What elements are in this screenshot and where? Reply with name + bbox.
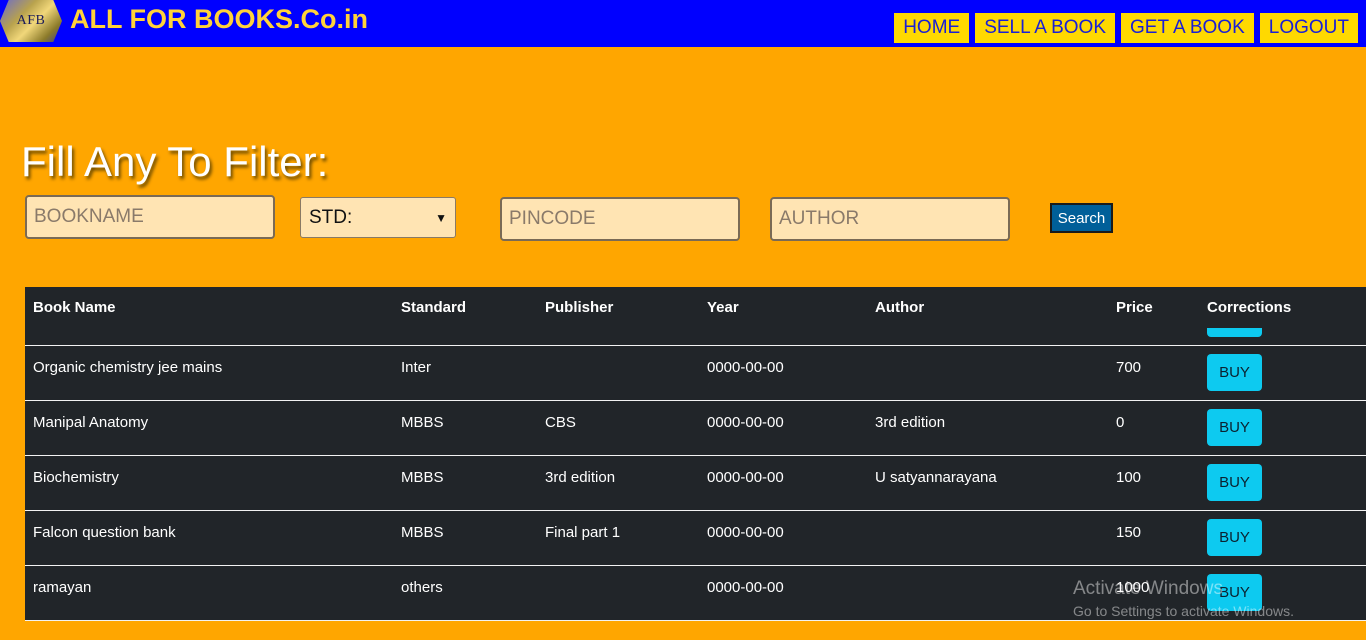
- col-header-publisher: Publisher: [545, 299, 614, 316]
- cell-standard: Inter: [401, 359, 432, 376]
- table-row: Manipal Anatomy MBBS CBS 0000-00-00 3rd …: [25, 401, 1366, 456]
- books-table: Book Name Standard Publisher Year Author…: [25, 287, 1366, 621]
- buy-button[interactable]: BUY: [1207, 519, 1262, 556]
- cell-year: 0000-00-00: [707, 524, 784, 541]
- cell-publisher: 3rd edition: [545, 469, 616, 486]
- buy-button-partial[interactable]: [1207, 328, 1262, 337]
- cell-book-name: Falcon question bank: [33, 524, 176, 541]
- cell-standard: others: [401, 579, 443, 596]
- cell-price: 0: [1116, 414, 1125, 431]
- cell-publisher: Final part 1: [545, 524, 621, 541]
- afb-logo[interactable]: AFB: [0, 0, 62, 42]
- cell-standard: MBBS: [401, 524, 444, 541]
- cell-book-name: Biochemistry: [33, 469, 119, 486]
- col-header-year: Year: [707, 299, 739, 316]
- cell-publisher: CBS: [545, 414, 576, 431]
- std-select-value: STD:: [309, 206, 353, 228]
- cell-author: 3rd edition: [875, 414, 946, 431]
- nav-bar: HOME SELL A BOOK GET A BOOK LOGOUT: [894, 13, 1358, 43]
- table-header-row: Book Name Standard Publisher Year Author…: [25, 287, 1366, 346]
- buy-button[interactable]: BUY: [1207, 464, 1262, 501]
- table-row: Organic chemistry jee mains Inter 0000-0…: [25, 346, 1366, 401]
- activate-windows-watermark: Activate Windows Go to Settings to activ…: [1073, 578, 1294, 619]
- author-input[interactable]: AUTHOR: [770, 197, 1010, 241]
- col-header-corrections: Corrections: [1207, 299, 1292, 316]
- cell-price: 150: [1116, 524, 1142, 541]
- cell-book-name: ramayan: [33, 579, 92, 596]
- cell-standard: MBBS: [401, 469, 444, 486]
- table-row: Biochemistry MBBS 3rd edition 0000-00-00…: [25, 456, 1366, 511]
- author-placeholder: AUTHOR: [779, 208, 860, 229]
- pincode-input[interactable]: PINCODE: [500, 197, 740, 241]
- cell-price: 700: [1116, 359, 1142, 376]
- cell-book-name: Manipal Anatomy: [33, 414, 149, 431]
- cell-standard: MBBS: [401, 414, 444, 431]
- buy-button[interactable]: BUY: [1207, 409, 1262, 446]
- cell-year: 0000-00-00: [707, 414, 784, 431]
- buy-button[interactable]: BUY: [1207, 354, 1262, 391]
- nav-logout-button[interactable]: LOGOUT: [1259, 13, 1358, 43]
- col-header-price: Price: [1116, 299, 1153, 316]
- cell-price: 100: [1116, 469, 1142, 486]
- table-row: Falcon question bank MBBS Final part 1 0…: [25, 511, 1366, 566]
- nav-sell-book-button[interactable]: SELL A BOOK: [975, 13, 1115, 43]
- col-header-author: Author: [875, 299, 925, 316]
- bookname-input[interactable]: BOOKNAME: [25, 195, 275, 239]
- logo-text: AFB: [16, 13, 46, 28]
- col-header-standard: Standard: [401, 299, 467, 316]
- cell-year: 0000-00-00: [707, 359, 784, 376]
- cell-book-name: Organic chemistry jee mains: [33, 359, 223, 376]
- watermark-subtitle: Go to Settings to activate Windows.: [1073, 603, 1294, 619]
- brand-title[interactable]: ALL FOR BOOKS.Co.in: [70, 4, 368, 35]
- filter-title: Fill Any To Filter:: [21, 138, 329, 185]
- search-button[interactable]: Search: [1050, 203, 1113, 233]
- cell-author: U satyannarayana: [875, 469, 997, 486]
- pincode-placeholder: PINCODE: [509, 208, 596, 229]
- top-header: AFB ALL FOR BOOKS.Co.in HOME SELL A BOOK…: [0, 0, 1366, 47]
- cell-year: 0000-00-00: [707, 579, 784, 596]
- bookname-placeholder: BOOKNAME: [34, 206, 144, 227]
- col-header-book-name: Book Name: [33, 299, 116, 316]
- nav-get-book-button[interactable]: GET A BOOK: [1121, 13, 1254, 43]
- cell-year: 0000-00-00: [707, 469, 784, 486]
- std-select[interactable]: STD: ▼: [300, 197, 456, 238]
- chevron-down-icon: ▼: [435, 210, 447, 225]
- watermark-title: Activate Windows: [1073, 578, 1223, 599]
- nav-home-button[interactable]: HOME: [894, 13, 970, 43]
